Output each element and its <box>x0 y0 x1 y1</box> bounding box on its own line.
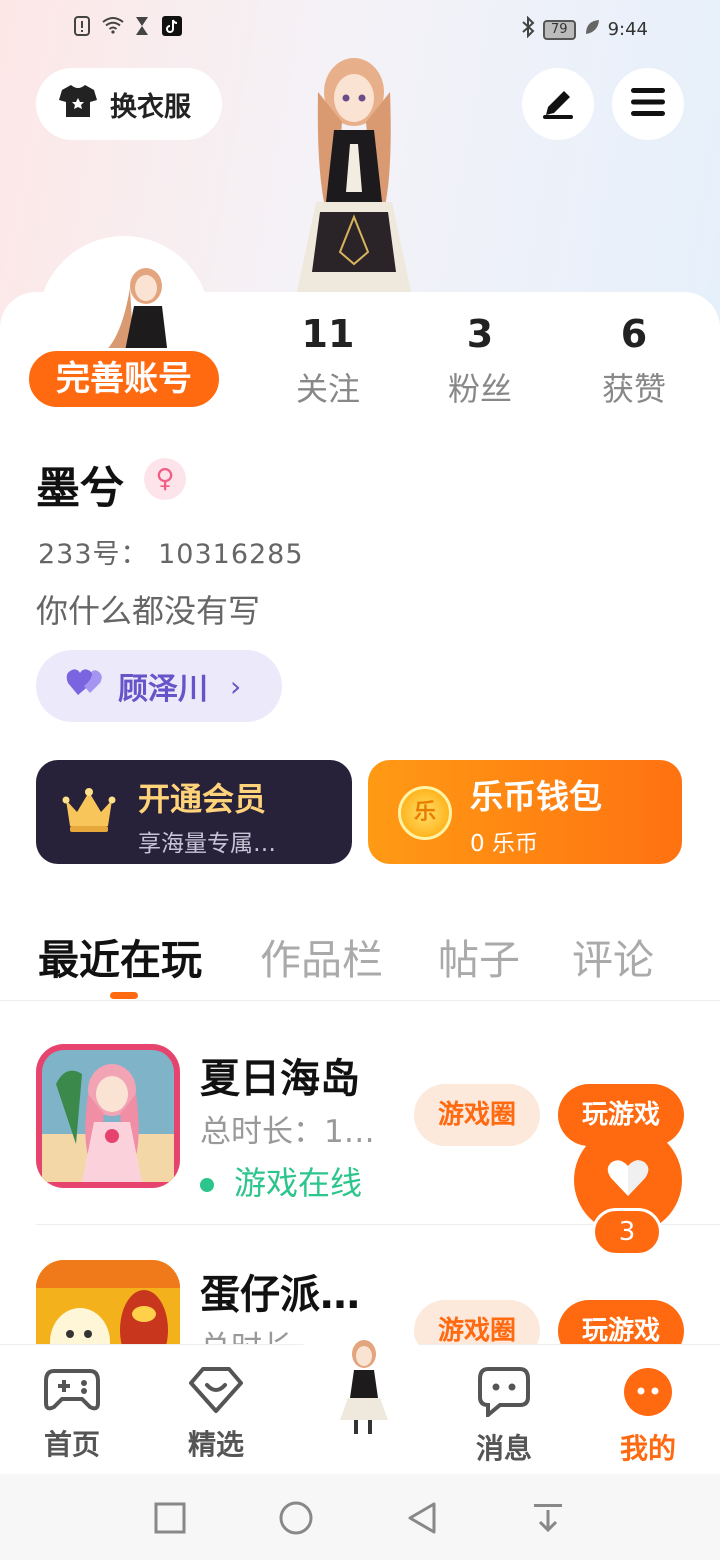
double-heart-icon <box>66 667 104 705</box>
divider <box>0 1000 720 1001</box>
pen-icon <box>540 85 576 123</box>
change-outfit-button[interactable]: 换衣服 <box>36 68 222 140</box>
back-icon[interactable] <box>404 1500 440 1536</box>
game-icon[interactable] <box>36 1044 180 1188</box>
game-icon[interactable] <box>36 1260 180 1344</box>
wallet-balance: 0 乐币 <box>470 831 538 857</box>
nav-me-label: 我的 <box>619 1432 676 1465</box>
game-circle-button[interactable]: 游戏圈 <box>414 1084 540 1146</box>
nav-featured-label: 精选 <box>187 1428 244 1461</box>
nav-messages[interactable]: 消息 <box>454 1367 554 1467</box>
tiktok-icon <box>162 16 182 36</box>
recent-apps-icon[interactable] <box>152 1500 188 1536</box>
nav-home[interactable]: 首页 <box>22 1367 122 1463</box>
wallet-title: 乐币钱包 <box>470 777 602 816</box>
nav-me[interactable]: 我的 <box>598 1367 698 1467</box>
bluetooth-icon <box>521 15 535 43</box>
tab-posts[interactable]: 帖子 <box>438 926 520 986</box>
online-dot-icon <box>200 1178 214 1192</box>
heart-icon <box>606 1158 650 1202</box>
edit-profile-button[interactable] <box>522 68 594 140</box>
shirt-icon <box>58 83 98 126</box>
likes-stat[interactable]: 6 获赞 <box>564 312 704 410</box>
wifi-icon <box>102 16 124 36</box>
leaf-icon <box>584 18 600 41</box>
coin-icon: 乐 <box>398 786 452 840</box>
game-name: 夏日海岛 <box>200 1056 360 1102</box>
system-navigation-bar <box>0 1474 720 1560</box>
avatar-character-image[interactable] <box>256 52 452 296</box>
likes-count: 6 <box>620 312 648 356</box>
game-circle-button[interactable]: 游戏圈 <box>414 1300 540 1344</box>
following-count: 11 <box>301 312 355 356</box>
followers-label: 粉丝 <box>447 370 512 408</box>
partner-name: 顾泽川 <box>118 672 208 707</box>
menu-button[interactable] <box>612 68 684 140</box>
status-bar: 79 9:44 <box>0 0 720 56</box>
profile-tabs: 最近在玩 作品栏 帖子 评论 <box>0 920 720 1000</box>
game-online-status: 游戏在线 <box>200 1158 362 1204</box>
wallet-card[interactable]: 乐 乐币钱包 0 乐币 <box>368 760 682 864</box>
bio[interactable]: 你什么都没有写 <box>36 586 260 632</box>
gamepad-icon <box>44 1369 100 1417</box>
alert-icon <box>72 16 92 36</box>
complete-account-button[interactable]: 完善账号 <box>26 348 222 410</box>
game-play-time: 总时长：1… <box>200 1114 375 1150</box>
chat-icon <box>478 1367 530 1421</box>
crown-icon <box>62 786 116 838</box>
female-gender-icon: ♀ <box>144 458 186 500</box>
user-id: 233号： 10316285 <box>38 539 304 570</box>
tab-works[interactable]: 作品栏 <box>260 926 383 986</box>
nav-featured[interactable]: 精选 <box>166 1367 266 1463</box>
tab-recently-played[interactable]: 最近在玩 <box>38 926 202 986</box>
nav-avatar-button[interactable] <box>296 1310 426 1440</box>
clock: 9:44 <box>607 19 648 40</box>
followers-count: 3 <box>466 312 494 356</box>
vip-title: 开通会员 <box>138 780 267 818</box>
following-label: 关注 <box>295 370 360 408</box>
following-stat[interactable]: 11 关注 <box>258 312 398 410</box>
play-game-button[interactable]: 玩游戏 <box>558 1300 684 1344</box>
hourglass-icon <box>132 16 152 36</box>
likes-label: 获赞 <box>601 370 666 408</box>
home-icon[interactable] <box>278 1500 314 1536</box>
vip-subtitle: 享海量专属… <box>138 831 276 857</box>
nav-messages-label: 消息 <box>475 1432 532 1465</box>
heart-box-icon <box>189 1367 243 1417</box>
active-tab-indicator <box>110 992 138 999</box>
username: 墨兮 <box>36 463 124 514</box>
game-status-label: 游戏在线 <box>234 1164 363 1202</box>
nav-home-label: 首页 <box>43 1428 100 1461</box>
notification-shade-icon[interactable] <box>530 1500 566 1536</box>
face-icon <box>623 1368 673 1421</box>
tab-comments[interactable]: 评论 <box>572 926 654 986</box>
chevron-right-icon: › <box>230 669 242 703</box>
like-count-badge: 3 <box>592 1208 662 1256</box>
menu-icon <box>630 87 666 121</box>
battery-icon: 79 <box>543 19 576 40</box>
followers-stat[interactable]: 3 粉丝 <box>410 312 550 410</box>
partner-button[interactable]: 顾泽川 › <box>36 650 282 722</box>
change-outfit-label: 换衣服 <box>110 91 191 123</box>
vip-membership-card[interactable]: 开通会员 享海量专属… <box>36 760 352 864</box>
